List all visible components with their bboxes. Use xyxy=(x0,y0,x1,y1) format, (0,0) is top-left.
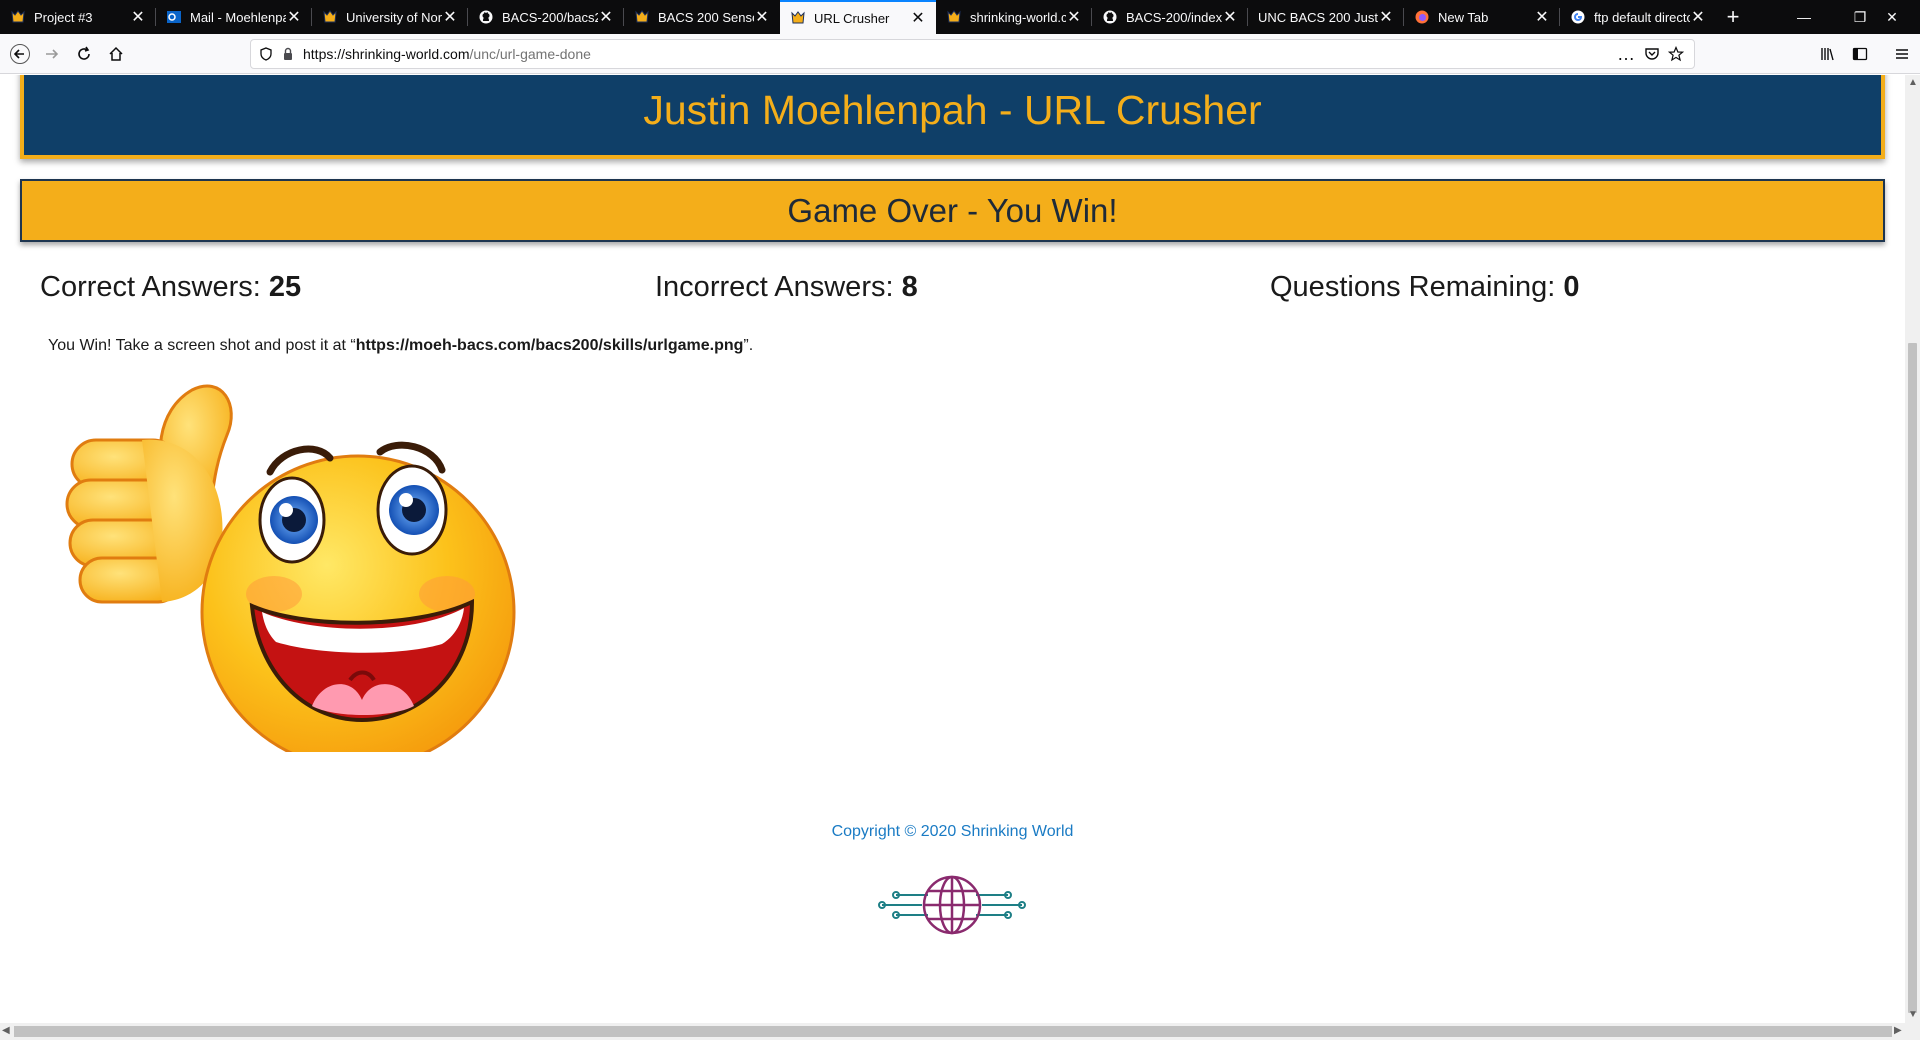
incorrect-answers-stat: Incorrect Answers: 8 xyxy=(655,271,1270,321)
window-close-icon[interactable]: ✕ xyxy=(1864,0,1920,34)
back-button[interactable] xyxy=(4,38,36,70)
shield-icon[interactable] xyxy=(259,47,273,61)
menu-icon[interactable] xyxy=(1894,46,1910,62)
close-icon[interactable]: ✕ xyxy=(130,9,146,26)
win-message: You Win! Take a screen shot and post it … xyxy=(48,337,753,355)
tab-title: New Tab xyxy=(1438,9,1489,25)
nav-bar: https://shrinking-world.com/unc/url-game… xyxy=(0,34,1920,74)
close-icon[interactable]: ✕ xyxy=(1378,9,1394,26)
scroll-left-arrow-icon[interactable]: ◀ xyxy=(2,1025,10,1036)
correct-answers-label: Correct Answers: xyxy=(40,271,269,303)
bookmark-star-icon[interactable] xyxy=(1668,46,1684,62)
tab-github-index[interactable]: BACS-200/index.html ✕ xyxy=(1092,0,1248,34)
vertical-scrollbar[interactable]: ▲ ▼ xyxy=(1905,75,1920,1023)
questions-remaining-stat: Questions Remaining: 0 xyxy=(1270,271,1885,321)
close-icon[interactable]: ✕ xyxy=(1222,9,1238,26)
scroll-down-arrow-icon[interactable]: ▼ xyxy=(1908,1009,1918,1020)
page-actions-icon[interactable]: … xyxy=(1617,44,1636,65)
tab-url-crusher[interactable]: URL Crusher ✕ xyxy=(780,0,936,34)
thumbs-up-smiley-image xyxy=(65,384,516,752)
library-icon[interactable] xyxy=(1820,46,1836,62)
forward-arrow-icon xyxy=(46,48,59,59)
questions-remaining-value: 0 xyxy=(1563,271,1580,303)
url-host: https://shrinking-world.com xyxy=(303,46,470,62)
score-stats: Correct Answers: 25 Incorrect Answers: 8… xyxy=(40,271,1885,321)
forward-button[interactable] xyxy=(36,38,68,70)
tab-strip: Project #3 ✕ Mail - Moehlenpah, Justin ✕… xyxy=(0,0,1920,34)
reload-button[interactable] xyxy=(68,38,100,70)
unc-icon xyxy=(322,9,338,25)
scroll-up-arrow-icon[interactable]: ▲ xyxy=(1908,77,1918,88)
win-message-suffix: ”. xyxy=(743,337,754,354)
outlook-icon xyxy=(166,9,182,25)
tab-title: BACS-200/index.html xyxy=(1126,9,1222,25)
tab-title: shrinking-world.com xyxy=(970,9,1066,25)
shrinking-world-logo[interactable] xyxy=(878,873,1026,937)
page-title: Justin Moehlenpah - URL Crusher xyxy=(643,86,1262,133)
horizontal-scroll-thumb[interactable] xyxy=(14,1026,1892,1037)
home-icon xyxy=(109,46,123,61)
tab-title: ftp default directory xyxy=(1594,9,1690,25)
game-status-banner: Game Over - You Win! xyxy=(20,179,1885,242)
vertical-scroll-thumb[interactable] xyxy=(1908,343,1917,1013)
unc-icon xyxy=(790,10,806,26)
url-text[interactable]: https://shrinking-world.com/unc/url-game… xyxy=(303,46,591,62)
lock-icon[interactable] xyxy=(281,47,295,61)
incorrect-answers-value: 8 xyxy=(901,271,918,303)
tab-project-3[interactable]: Project #3 ✕ xyxy=(0,0,156,34)
close-icon[interactable]: ✕ xyxy=(598,9,614,26)
tab-github-bacs200[interactable]: BACS-200/bacs200 ✕ xyxy=(468,0,624,34)
game-status-title: Game Over - You Win! xyxy=(787,191,1118,229)
new-tab-button[interactable]: + xyxy=(1716,0,1750,34)
close-icon[interactable]: ✕ xyxy=(286,9,302,26)
close-icon[interactable]: ✕ xyxy=(910,10,926,27)
tab-title: UNC BACS 200 Justin xyxy=(1258,9,1378,25)
tab-title: BACS-200/bacs200 xyxy=(502,9,598,25)
tab-title: Project #3 xyxy=(34,9,93,25)
reload-icon xyxy=(78,46,90,60)
tab-shrinking-world[interactable]: shrinking-world.com ✕ xyxy=(936,0,1092,34)
page-viewport: Justin Moehlenpah - URL Crusher Game Ove… xyxy=(0,75,1905,1023)
horizontal-scrollbar[interactable]: ◀ ▶ xyxy=(0,1023,1920,1040)
back-arrow-icon xyxy=(10,43,30,64)
google-icon xyxy=(1570,9,1586,25)
incorrect-answers-label: Incorrect Answers: xyxy=(655,271,902,303)
questions-remaining-label: Questions Remaining: xyxy=(1270,271,1564,303)
tab-title: URL Crusher xyxy=(814,10,890,26)
close-icon[interactable]: ✕ xyxy=(442,9,458,26)
firefox-icon xyxy=(1414,9,1430,25)
tab-new-tab[interactable]: New Tab ✕ xyxy=(1404,0,1560,34)
tab-title: Mail - Moehlenpah, Justin xyxy=(190,9,286,25)
tab-ftp-search[interactable]: ftp default directory ✕ xyxy=(1560,0,1716,34)
scroll-right-arrow-icon[interactable]: ▶ xyxy=(1894,1025,1902,1036)
unc-icon xyxy=(634,9,650,25)
close-icon[interactable]: ✕ xyxy=(754,9,770,26)
pocket-icon[interactable] xyxy=(1644,46,1660,62)
tab-title: BACS 200 Sensei xyxy=(658,9,754,25)
minimize-icon[interactable]: — xyxy=(1776,0,1832,34)
close-icon[interactable]: ✕ xyxy=(1534,9,1550,26)
tab-title: University of Northern xyxy=(346,9,442,25)
copyright-footer[interactable]: Copyright © 2020 Shrinking World xyxy=(0,823,1905,841)
sidebar-icon[interactable] xyxy=(1852,46,1868,62)
screenshot-target-url: https://moeh-bacs.com/bacs200/skills/url… xyxy=(355,337,744,354)
home-button[interactable] xyxy=(100,38,132,70)
tab-mail[interactable]: Mail - Moehlenpah, Justin ✕ xyxy=(156,0,312,34)
tab-university[interactable]: University of Northern ✕ xyxy=(312,0,468,34)
correct-answers-stat: Correct Answers: 25 xyxy=(40,271,655,321)
win-message-prefix: You Win! Take a screen shot and post it … xyxy=(48,337,356,354)
tab-sensei[interactable]: BACS 200 Sensei ✕ xyxy=(624,0,780,34)
github-icon xyxy=(478,9,494,25)
url-path: /unc/url-game-done xyxy=(469,46,591,62)
correct-answers-value: 25 xyxy=(268,271,302,303)
close-icon[interactable]: ✕ xyxy=(1066,9,1082,26)
page-header: Justin Moehlenpah - URL Crusher xyxy=(20,75,1885,159)
address-bar[interactable]: https://shrinking-world.com/unc/url-game… xyxy=(250,39,1695,69)
unc-icon xyxy=(10,9,26,25)
unc-icon xyxy=(946,9,962,25)
close-icon[interactable]: ✕ xyxy=(1690,9,1706,26)
tab-unc-bacs200[interactable]: UNC BACS 200 Justin ✕ xyxy=(1248,0,1404,34)
github-icon xyxy=(1102,9,1118,25)
